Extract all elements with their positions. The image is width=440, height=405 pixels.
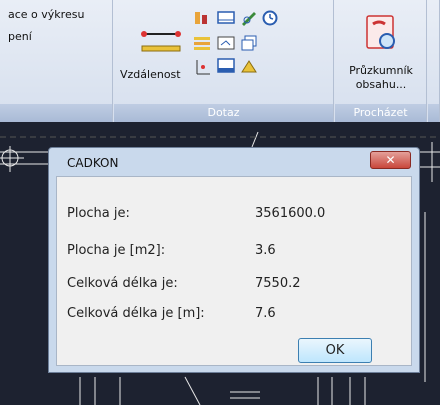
close-button[interactable]: ✕ <box>370 151 411 169</box>
area-m2-value: 3.6 <box>255 243 276 258</box>
ok-button[interactable]: OK <box>298 338 372 363</box>
coordinate-icon[interactable] <box>193 58 211 76</box>
area-label: Plocha je: <box>67 206 130 221</box>
browse-group-footer: Procházet <box>335 104 426 122</box>
length-m-value: 7.6 <box>255 306 276 321</box>
copy-icon[interactable] <box>240 35 258 51</box>
ribbon: ace o výkresu pení Vzdálenost Dotaz Průz… <box>0 0 440 122</box>
drawing-info-label[interactable]: ace o výkresu <box>8 8 84 21</box>
dialog-title: CADKON <box>67 156 119 170</box>
clock-icon[interactable] <box>262 10 278 26</box>
table-icon[interactable] <box>217 58 235 74</box>
length-m-label: Celková délka je [m]: <box>67 306 205 321</box>
ruler-icon[interactable] <box>240 58 258 74</box>
ribbon-group-drawing-info: ace o výkresu pení <box>0 0 113 122</box>
area-value: 3561600.0 <box>255 206 326 221</box>
distance-button-label[interactable]: Vzdálenost <box>120 68 181 81</box>
list-icon[interactable] <box>193 35 211 51</box>
distance-measure-icon[interactable] <box>140 26 184 60</box>
length-label: Celková délka je: <box>67 276 178 291</box>
pen-icon[interactable] <box>240 10 258 26</box>
group-footer <box>0 104 112 122</box>
length-value: 7550.2 <box>255 276 301 291</box>
ribbon-group-browse: Průzkumník obsahu... Procházet <box>335 0 427 122</box>
drawing-info-label-2[interactable]: pení <box>8 30 32 43</box>
ribbon-group-next <box>428 0 440 122</box>
query-group-footer: Dotaz <box>114 104 333 122</box>
area-m2-label: Plocha je [m2]: <box>67 243 166 258</box>
explorer-button-label-2[interactable]: obsahu... <box>343 78 419 91</box>
explorer-button-label[interactable]: Průzkumník <box>343 64 419 77</box>
ribbon-group-query: Vzdálenost Dotaz <box>114 0 334 122</box>
content-explorer-icon[interactable] <box>363 14 399 52</box>
dimension-icon[interactable] <box>193 10 209 26</box>
group-footer <box>428 104 439 122</box>
area-icon[interactable] <box>217 10 235 26</box>
close-icon: ✕ <box>385 153 396 167</box>
window-icon[interactable] <box>217 35 235 51</box>
